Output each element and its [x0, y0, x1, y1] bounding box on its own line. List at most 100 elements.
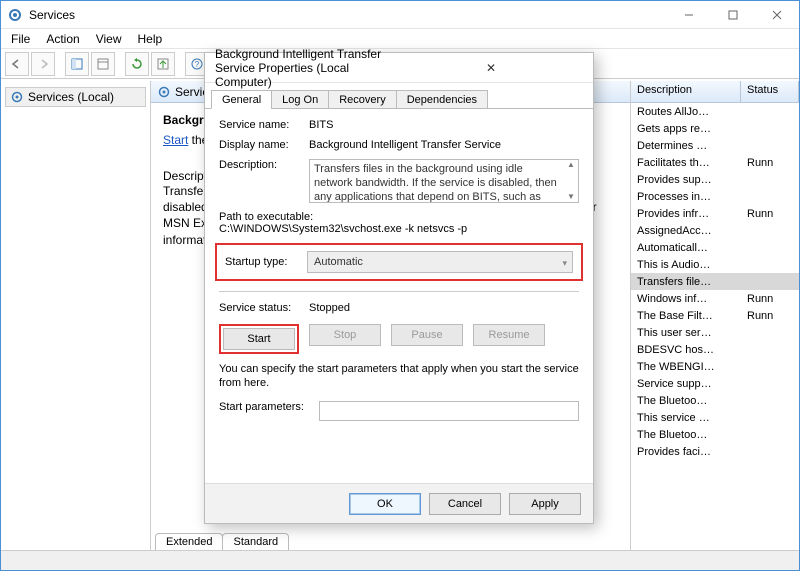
label-service-status: Service status:	[219, 302, 309, 314]
tree-pane: Services (Local)	[1, 81, 151, 550]
close-button[interactable]	[755, 1, 799, 28]
col-status[interactable]: Status	[741, 81, 799, 102]
cell-description: Provides faci…	[631, 446, 741, 458]
export-button[interactable]	[151, 52, 175, 76]
forward-button[interactable]	[31, 52, 55, 76]
stop-button: Stop	[309, 324, 381, 346]
cell-description: This service …	[631, 412, 741, 424]
start-params-note: You can specify the start parameters tha…	[219, 362, 579, 391]
description-textbox[interactable]: Transfers files in the background using …	[309, 159, 579, 203]
tab-extended[interactable]: Extended	[155, 533, 223, 550]
tab-logon[interactable]: Log On	[271, 90, 329, 109]
services-icon	[7, 7, 23, 23]
label-startup-type: Startup type:	[225, 256, 307, 268]
list-body[interactable]: Routes AllJo… Gets apps re… Determines …Fa…	[631, 103, 799, 550]
list-row[interactable]: Gets apps re…	[631, 120, 799, 137]
list-pane: Description Status Routes AllJo… Gets app…	[631, 81, 799, 550]
list-row[interactable]: The Bluetoo…	[631, 426, 799, 443]
back-button[interactable]	[5, 52, 29, 76]
cell-description: BDESVC hos…	[631, 344, 741, 356]
label-description: Description:	[219, 159, 309, 203]
list-row[interactable]: This user ser…	[631, 324, 799, 341]
pause-button: Pause	[391, 324, 463, 346]
service-control-buttons: Start Stop Pause Resume	[219, 324, 579, 354]
statusbar	[1, 550, 799, 570]
list-row[interactable]: The WBENGI…	[631, 358, 799, 375]
start-params-input[interactable]	[319, 401, 579, 421]
svg-text:?: ?	[195, 60, 200, 69]
tab-recovery[interactable]: Recovery	[328, 90, 396, 109]
refresh-button[interactable]	[125, 52, 149, 76]
scrollbar[interactable]: ▲▼	[564, 160, 578, 202]
tree-root[interactable]: Services (Local)	[5, 87, 146, 107]
scroll-down-icon[interactable]: ▼	[564, 192, 578, 202]
description-text: Transfers files in the background using …	[314, 163, 557, 203]
properties-button[interactable]	[91, 52, 115, 76]
value-path: C:\WINDOWS\System32\svchost.exe -k netsv…	[219, 223, 579, 235]
menu-action[interactable]: Action	[40, 30, 85, 48]
cell-description: Gets apps re…	[631, 123, 741, 135]
highlight-startup-type: Startup type: Automatic ▾	[215, 243, 583, 281]
close-icon[interactable]: ✕	[399, 61, 583, 75]
services-icon	[10, 90, 24, 104]
services-icon	[157, 85, 171, 99]
list-row[interactable]: Processes in…	[631, 188, 799, 205]
startup-type-combo[interactable]: Automatic ▾	[307, 251, 573, 273]
show-hide-tree-button[interactable]	[65, 52, 89, 76]
cell-description: Automaticall…	[631, 242, 741, 254]
window-title: Services	[29, 8, 667, 22]
menubar: File Action View Help	[1, 29, 799, 49]
cell-description: Routes AllJo…	[631, 106, 741, 118]
list-row[interactable]: Facilitates th…Runn	[631, 154, 799, 171]
menu-file[interactable]: File	[5, 30, 36, 48]
cell-description: The WBENGI…	[631, 361, 741, 373]
list-row[interactable]: Service supp…	[631, 375, 799, 392]
minimize-button[interactable]	[667, 1, 711, 28]
apply-button[interactable]: Apply	[509, 493, 581, 515]
chevron-down-icon: ▾	[562, 258, 567, 269]
value-service-name: BITS	[309, 119, 579, 131]
cancel-button[interactable]: Cancel	[429, 493, 501, 515]
list-row[interactable]: Determines …	[631, 137, 799, 154]
list-row[interactable]: This is Audio…	[631, 256, 799, 273]
tab-general[interactable]: General	[211, 90, 272, 109]
menu-view[interactable]: View	[90, 30, 128, 48]
tree-root-label: Services (Local)	[28, 90, 114, 104]
start-button[interactable]: Start	[223, 328, 295, 350]
scroll-up-icon[interactable]: ▲	[564, 160, 578, 170]
menu-help[interactable]: Help	[132, 30, 169, 48]
cell-description: Windows inf…	[631, 293, 741, 305]
list-row[interactable]: AssignedAcc…	[631, 222, 799, 239]
label-service-name: Service name:	[219, 119, 309, 131]
list-row[interactable]: This service …	[631, 409, 799, 426]
window-buttons	[667, 1, 799, 28]
list-row[interactable]: Transfers file…	[631, 273, 799, 290]
value-service-status: Stopped	[309, 302, 579, 314]
ok-button[interactable]: OK	[349, 493, 421, 515]
dialog-title: Background Intelligent Transfer Service …	[215, 47, 399, 89]
dialog-footer: OK Cancel Apply	[205, 483, 593, 523]
list-row[interactable]: Routes AllJo…	[631, 103, 799, 120]
list-row[interactable]: Windows inf…Runn	[631, 290, 799, 307]
tab-standard[interactable]: Standard	[222, 533, 289, 550]
cell-description: The Bluetoo…	[631, 429, 741, 441]
separator	[57, 52, 63, 76]
cell-description: The Bluetoo…	[631, 395, 741, 407]
cell-description: Transfers file…	[631, 276, 741, 288]
list-row[interactable]: The Base Filt…Runn	[631, 307, 799, 324]
properties-dialog: Background Intelligent Transfer Service …	[204, 52, 594, 524]
maximize-button[interactable]	[711, 1, 755, 28]
tab-dependencies[interactable]: Dependencies	[396, 90, 488, 109]
value-display-name: Background Intelligent Transfer Service	[309, 139, 579, 151]
col-description[interactable]: Description	[631, 81, 741, 102]
cell-description: AssignedAcc…	[631, 225, 741, 237]
separator	[219, 291, 579, 292]
cell-status: Runn	[741, 310, 799, 322]
list-row[interactable]: Automaticall…	[631, 239, 799, 256]
list-row[interactable]: Provides sup…	[631, 171, 799, 188]
list-row[interactable]: The Bluetoo…	[631, 392, 799, 409]
list-row[interactable]: Provides infr…Runn	[631, 205, 799, 222]
list-row[interactable]: Provides faci…	[631, 443, 799, 460]
start-link[interactable]: Start	[163, 133, 188, 147]
list-row[interactable]: BDESVC hos…	[631, 341, 799, 358]
